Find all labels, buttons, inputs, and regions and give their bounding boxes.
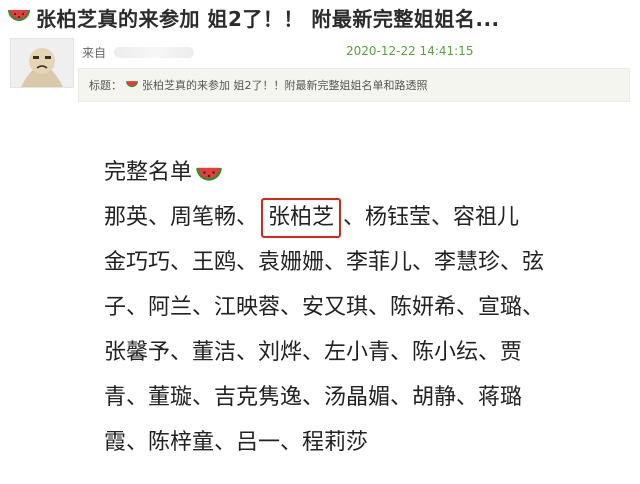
roster-heading: 完整名单 bbox=[104, 150, 634, 195]
highlighted-name: 张柏芝 bbox=[261, 198, 342, 238]
roster-line: 金巧巧、王鸥、袁姗姗、李菲儿、李慧珍、弦 bbox=[104, 250, 545, 275]
roster-line: 那英、周笔畅、 张柏芝 、杨钰莹、容祖儿 bbox=[104, 195, 634, 240]
post-title[interactable]: 张柏芝真的来参加 姐2了！！ 附最新完整姐姐名... bbox=[6, 2, 636, 32]
roster-separator: 、 bbox=[236, 205, 259, 230]
roster-heading-text: 完整名单 bbox=[104, 160, 193, 185]
post-subject-bar: 标题： 张柏芝真的来参加 姐2了！！附最新完整姐姐名单和路透照 bbox=[78, 68, 630, 102]
watermelon-icon bbox=[125, 79, 139, 91]
post-title-text: 张柏芝真的来参加 姐2了！！ 附最新完整姐姐名... bbox=[36, 6, 500, 31]
blurred-username bbox=[114, 47, 195, 58]
roster-line: 青、董璇、吉克隽逸、汤晶媚、胡静、蒋璐 bbox=[104, 385, 523, 410]
roster-names: 、杨钰莹、容祖儿 bbox=[343, 205, 520, 230]
watermelon-icon bbox=[194, 160, 224, 186]
subject-text: 张柏芝真的来参加 姐2了！！附最新完整姐姐名单和路透照 bbox=[142, 79, 428, 92]
from-label: 来自 bbox=[82, 46, 107, 60]
subject-label: 标题： bbox=[89, 79, 122, 92]
watermelon-icon bbox=[6, 6, 32, 28]
post-source: 来自 bbox=[82, 44, 195, 61]
roster-names: 那英、周笔畅 bbox=[104, 205, 237, 230]
post-body: 完整名单 那英、周笔畅、 张柏芝 、杨钰莹、容祖儿 金巧巧、王鸥、袁姗姗、李菲儿、李… bbox=[104, 150, 634, 465]
post-timestamp: 2020-12-22 14:41:15 bbox=[346, 44, 474, 58]
roster-line: 子、阿兰、江映蓉、安又琪、陈妍希、宣璐、 bbox=[104, 295, 545, 320]
roster-line: 霞、陈梓童、吕一、程莉莎 bbox=[104, 430, 369, 455]
roster-line: 张馨予、董洁、刘烨、左小青、陈小纭、贾 bbox=[104, 340, 523, 365]
avatar[interactable] bbox=[10, 38, 74, 88]
